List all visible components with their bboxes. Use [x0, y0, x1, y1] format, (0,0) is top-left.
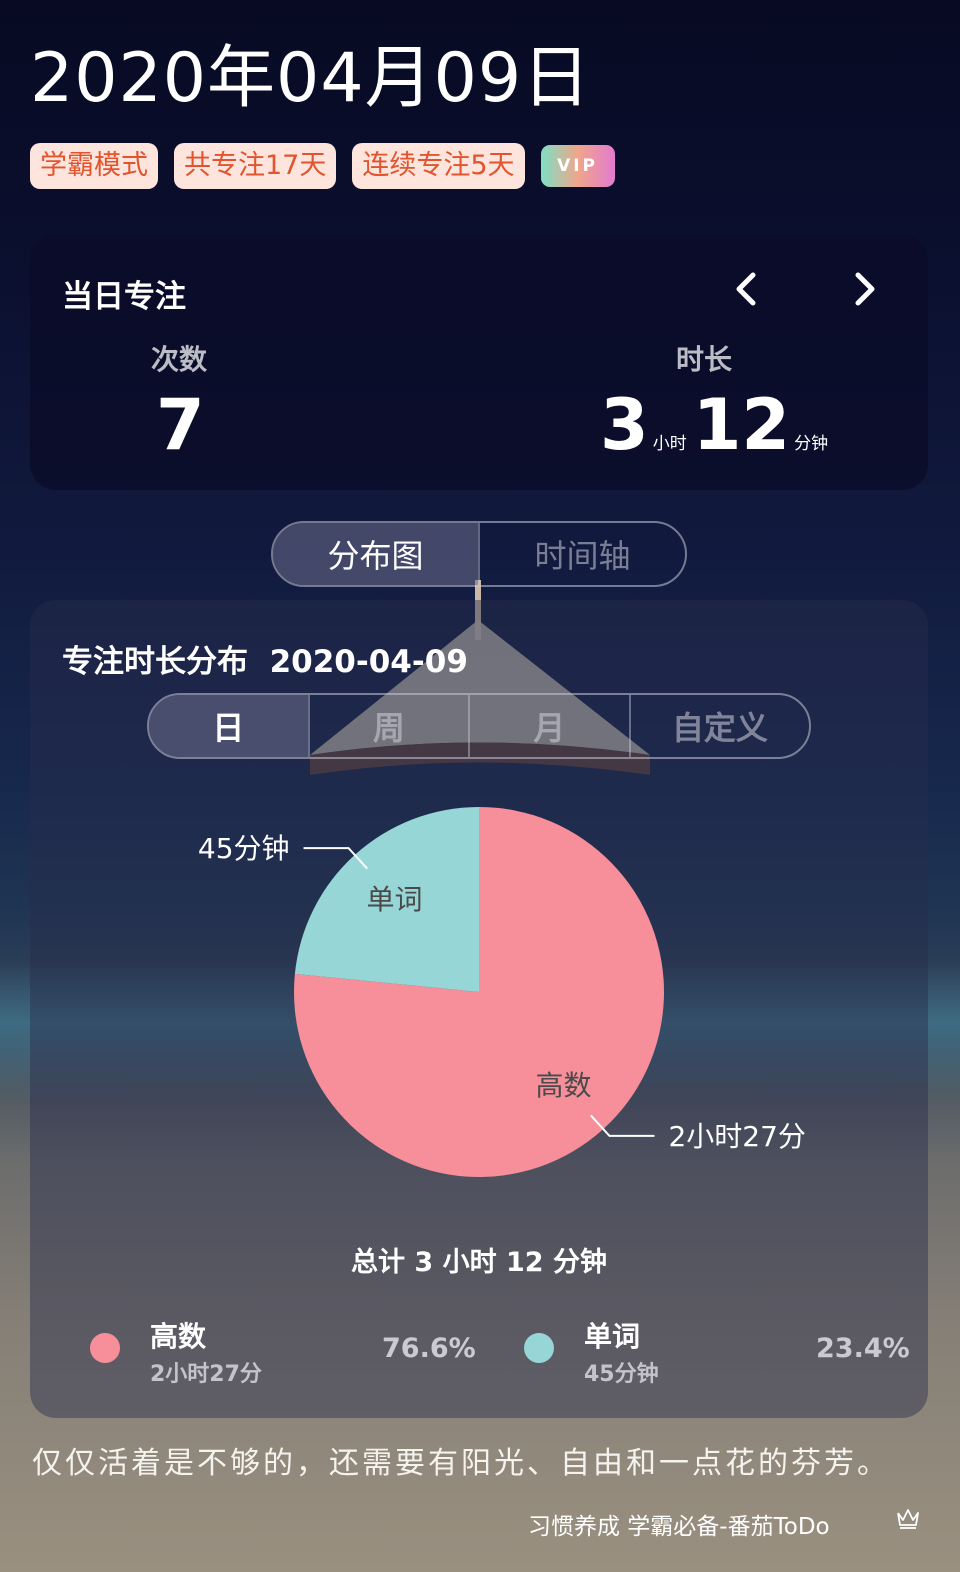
total-duration: 总计 3 小时 12 分钟	[351, 1247, 607, 1278]
duration-label: 时长	[676, 343, 733, 376]
distribution-card: 专注时长分布 2020-04-09 日 周 月 自定义 高数 2小时27分 单词 45…	[30, 600, 928, 1418]
chevron-right-icon[interactable]	[844, 269, 884, 309]
pie-label-words: 单词	[367, 883, 423, 916]
daily-focus-card: 当日专注 次数 7 时长 3 小时12 分钟	[30, 235, 928, 490]
pie-label-math: 高数	[535, 1069, 591, 1102]
footer-brand: 习惯养成 学霸必备-番茄ToDo	[528, 1514, 830, 1540]
duration-value: 3 小时12 分钟	[600, 385, 834, 484]
count-label: 次数	[151, 343, 208, 376]
focus-pie-chart: 高数 2小时27分 单词 45分钟	[198, 807, 806, 1177]
daily-focus-title: 当日专注	[62, 279, 186, 315]
legend-dot-words	[524, 1333, 554, 1363]
tab-distribution[interactable]: 分布图	[273, 523, 478, 585]
legend-percent-math: 76.6%	[382, 1333, 476, 1364]
chevron-left-icon[interactable]	[727, 269, 767, 309]
crown-icon	[897, 1509, 919, 1529]
duration-hours-unit: 小时	[652, 434, 687, 454]
legend-percent-words: 23.4%	[816, 1333, 910, 1364]
duration-minutes-unit: 分钟	[794, 434, 829, 454]
vip-badge[interactable]: VIP	[540, 145, 615, 187]
legend-name-words: 单词	[584, 1320, 641, 1353]
legend-duration-words: 45分钟	[584, 1362, 659, 1387]
tag-study-mode: 学霸模式	[30, 143, 158, 189]
tag-row: 学霸模式 共专注17天 连续专注5天 VIP	[30, 143, 615, 189]
duration-hours: 3	[600, 384, 649, 466]
legend-name-math: 高数	[150, 1320, 207, 1353]
legend-dot-math	[90, 1333, 120, 1363]
page-date-title: 2020年04月09日	[30, 39, 592, 118]
count-value: 7	[156, 384, 205, 466]
tab-timeline[interactable]: 时间轴	[478, 523, 685, 585]
view-switch: 分布图 时间轴	[271, 521, 687, 587]
legend-duration-math: 2小时27分	[150, 1362, 262, 1387]
tag-total-days: 共专注17天	[174, 143, 337, 189]
pie-duration-math: 2小时27分	[668, 1120, 805, 1153]
pie-duration-words: 45分钟	[198, 832, 290, 865]
duration-minutes: 12	[692, 384, 791, 466]
quote-text: 仅仅活着是不够的，还需要有阳光、自由和一点花的芬芳。	[32, 1446, 890, 1481]
tag-streak-days: 连续专注5天	[352, 143, 525, 189]
